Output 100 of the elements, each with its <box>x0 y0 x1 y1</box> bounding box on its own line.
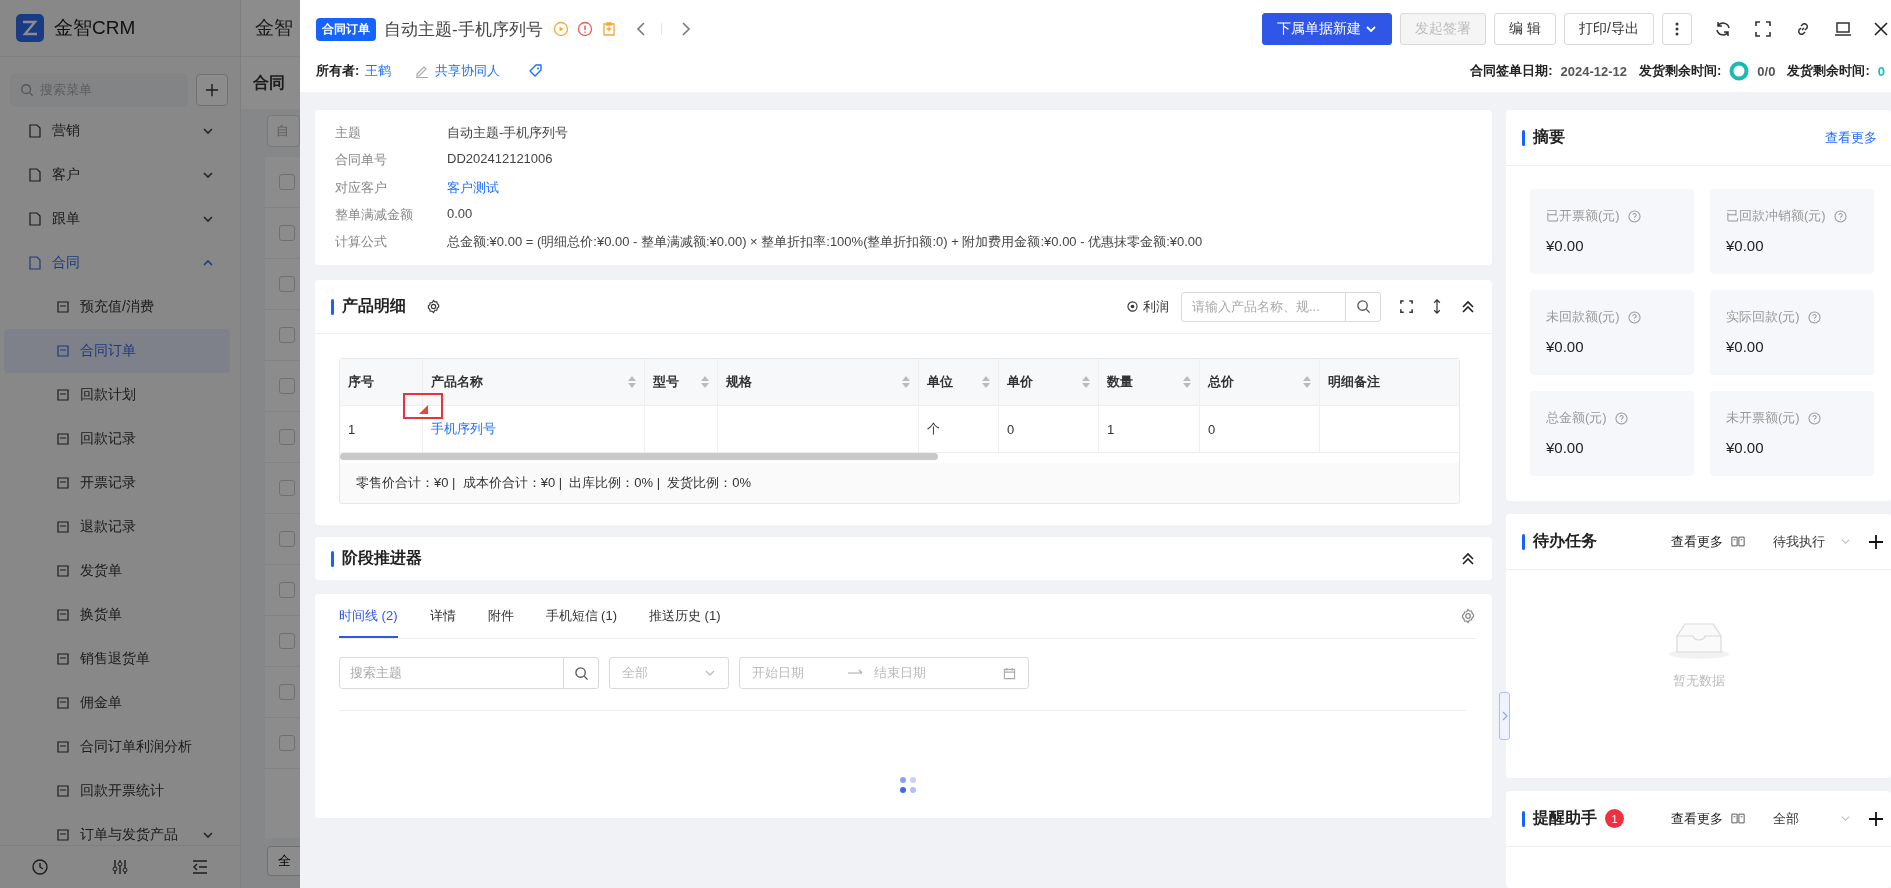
customer-link[interactable]: 客户测试 <box>447 178 499 197</box>
owner-label: 所有者: <box>316 62 360 80</box>
tab[interactable]: 推送历史 (1) <box>649 594 721 638</box>
collapse-icon[interactable] <box>1460 550 1476 567</box>
search-icon[interactable] <box>1355 299 1371 314</box>
sort-icon[interactable] <box>1303 376 1311 388</box>
submenu-item[interactable]: 销售退货单 <box>4 637 230 681</box>
task-filter-select[interactable]: 待我执行 <box>1773 532 1851 551</box>
table-cell: 0 <box>1208 421 1216 437</box>
search-icon[interactable] <box>573 665 589 681</box>
document-icon <box>56 388 70 402</box>
add-icon[interactable] <box>1869 534 1883 549</box>
sort-icon[interactable] <box>1183 376 1191 388</box>
close-icon[interactable] <box>1874 22 1888 36</box>
submenu-item[interactable]: 回款记录 <box>4 417 230 461</box>
tab[interactable]: 时间线 (2) <box>339 594 398 638</box>
owner-link[interactable]: 王鹤 <box>365 62 392 80</box>
menu-item[interactable]: 营销 <box>0 113 240 153</box>
collapse-icon[interactable] <box>1460 298 1476 315</box>
document-icon <box>56 784 70 798</box>
next-icon[interactable] <box>679 21 692 37</box>
refresh-icon[interactable] <box>1714 20 1732 38</box>
row-checkbox[interactable] <box>279 582 295 598</box>
panel-toggle-handle[interactable] <box>1499 692 1510 740</box>
previous-icon[interactable] <box>634 21 647 37</box>
sliders-icon[interactable] <box>111 858 129 876</box>
book-icon[interactable] <box>1731 812 1745 825</box>
row-checkbox[interactable] <box>279 378 295 394</box>
submenu-item[interactable]: 开票记录 <box>4 461 230 505</box>
submenu-item[interactable]: 佣金单 <box>4 681 230 725</box>
tab[interactable]: 手机短信 (1) <box>545 594 617 638</box>
history-icon[interactable] <box>31 858 49 876</box>
expand-height-icon[interactable] <box>1432 299 1442 314</box>
play-circle-icon[interactable] <box>552 21 569 37</box>
row-checkbox[interactable] <box>279 225 295 241</box>
reminder-filter-select[interactable]: 全部 <box>1773 809 1851 828</box>
view-more-link[interactable]: 查看更多 <box>1671 809 1723 828</box>
tab[interactable]: 详情 <box>429 594 456 638</box>
submenu-item[interactable]: 退款记录 <box>4 505 230 549</box>
alert-icon[interactable] <box>576 21 593 37</box>
document-icon <box>56 696 70 710</box>
submenu-item[interactable]: 换货单 <box>4 593 230 637</box>
help-icon[interactable] <box>1833 209 1847 223</box>
pencil-icon[interactable] <box>415 64 430 78</box>
row-checkbox[interactable] <box>279 174 295 190</box>
tag-icon[interactable] <box>528 63 545 79</box>
sort-icon[interactable] <box>628 376 636 388</box>
chevron-down-icon <box>202 169 214 181</box>
action-button[interactable]: 打印/导出 <box>1564 13 1654 45</box>
sort-icon[interactable] <box>1082 376 1090 388</box>
settings-icon[interactable] <box>426 299 441 314</box>
collapse-menu-icon[interactable] <box>191 858 209 876</box>
submenu-item[interactable]: 合同订单利润分析 <box>4 725 230 769</box>
sort-icon[interactable] <box>701 376 709 388</box>
menu-item[interactable]: 跟单 <box>0 197 240 241</box>
action-button[interactable]: 编 辑 <box>1494 13 1557 45</box>
sort-icon[interactable] <box>902 376 910 388</box>
chevron-right-icon <box>1501 711 1508 721</box>
submenu-item[interactable]: 回款计划 <box>4 373 230 417</box>
help-icon[interactable] <box>1627 310 1641 324</box>
product-link[interactable]: 手机序列号 <box>431 420 496 438</box>
fullscreen-icon[interactable] <box>1399 299 1414 314</box>
help-icon[interactable] <box>1807 411 1821 425</box>
submenu-item[interactable]: 回款开票统计 <box>4 769 230 813</box>
row-checkbox[interactable] <box>279 531 295 547</box>
add-button[interactable] <box>196 74 228 106</box>
help-icon[interactable] <box>1807 310 1821 324</box>
profit-toggle[interactable]: 利润 <box>1127 297 1169 316</box>
submenu-item[interactable]: 合同订单 <box>4 329 230 373</box>
select-all-button[interactable]: 全 <box>267 846 300 876</box>
clipboard-icon[interactable] <box>600 21 617 37</box>
menu-item[interactable]: 合同 <box>0 241 240 285</box>
tab[interactable]: 附件 <box>487 594 514 638</box>
help-icon[interactable] <box>1627 209 1641 223</box>
chevron-down-icon <box>202 829 214 841</box>
submenu-item[interactable]: 发货单 <box>4 549 230 593</box>
laptop-icon[interactable] <box>1834 20 1852 38</box>
stat-label: 总金额(元) <box>1546 409 1607 427</box>
view-more-link[interactable]: 查看更多 <box>1825 128 1877 147</box>
help-icon[interactable] <box>1614 411 1628 425</box>
document-icon <box>56 652 70 666</box>
submenu-item[interactable]: 订单与发货产品 <box>4 813 230 845</box>
row-checkbox[interactable] <box>279 276 295 292</box>
share-link[interactable]: 共享协同人 <box>435 62 501 80</box>
menu-item[interactable]: 客户 <box>0 153 240 197</box>
row-checkbox[interactable] <box>279 480 295 496</box>
more-button[interactable] <box>1662 13 1692 45</box>
book-icon[interactable] <box>1731 535 1745 548</box>
add-icon[interactable] <box>1869 811 1883 826</box>
scrollbar-thumb[interactable] <box>340 453 938 460</box>
sort-icon[interactable] <box>982 376 990 388</box>
row-checkbox[interactable] <box>279 429 295 445</box>
view-more-link[interactable]: 查看更多 <box>1671 532 1723 551</box>
submenu-item[interactable]: 预充值/消费 <box>4 285 230 329</box>
fullscreen-icon[interactable] <box>1754 20 1772 38</box>
row-checkbox[interactable] <box>279 633 295 649</box>
action-button[interactable]: 下属单据新建 <box>1262 13 1393 45</box>
row-checkbox[interactable] <box>279 327 295 343</box>
row-checkbox[interactable] <box>279 735 295 751</box>
row-checkbox[interactable] <box>279 684 295 700</box>
